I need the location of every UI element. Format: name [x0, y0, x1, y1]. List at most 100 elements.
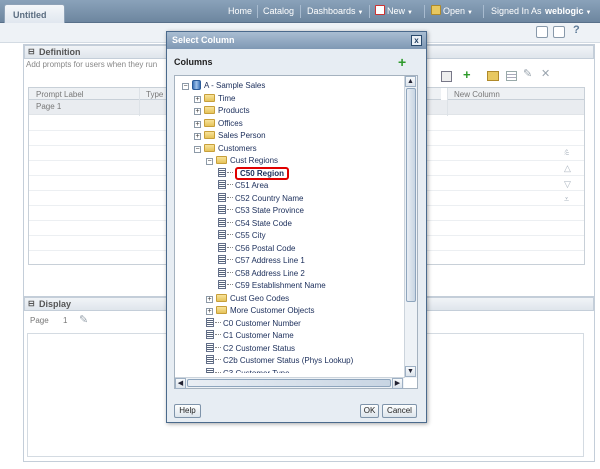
column-icon — [218, 205, 226, 214]
tree-column-item[interactable]: C55 City — [178, 230, 404, 243]
tree-folder-item[interactable]: + Sales Person — [178, 130, 404, 143]
tree-column-item[interactable]: C3 Customer Type — [178, 367, 404, 373]
column-icon — [218, 217, 226, 227]
expand-icon[interactable]: + — [194, 95, 201, 103]
expand-icon[interactable]: + — [194, 133, 201, 140]
grid-header-blank — [427, 88, 441, 100]
help-icon[interactable]: ? — [573, 24, 580, 36]
folder-icon — [216, 293, 227, 302]
tree-column-item[interactable]: C56 Postal Code — [178, 242, 404, 256]
column-icon — [218, 192, 226, 202]
scroll-thumb[interactable] — [187, 379, 391, 387]
tree-column-item[interactable]: C54 State Code — [178, 217, 404, 231]
tree-column-item[interactable]: C57 Address Line 1 — [178, 255, 404, 268]
folder-icon — [216, 156, 227, 164]
add-prompt-icon[interactable]: + — [463, 67, 471, 82]
collapse-icon[interactable]: − — [194, 145, 201, 153]
preview-icon[interactable] — [441, 71, 452, 82]
nav-separator — [424, 5, 425, 18]
tree-folder-item[interactable]: + Offices — [178, 118, 404, 131]
tree-connector — [227, 271, 233, 273]
grid-cell-page[interactable]: Page 1 — [29, 100, 139, 115]
grid-empty-rows — [29, 116, 167, 264]
help-button[interactable]: Help — [174, 404, 201, 418]
delete-icon[interactable]: ✕ — [541, 67, 550, 80]
scroll-down-icon[interactable]: ▼ — [405, 366, 416, 377]
add-folder-icon[interactable] — [487, 71, 499, 81]
nav-new-menu[interactable]: New ▼ — [375, 0, 413, 23]
add-column-icon[interactable]: + — [398, 55, 406, 69]
tree-item-label: C2b Customer Status (Phys Lookup) — [223, 356, 354, 365]
display-page-label: Page — [30, 316, 49, 325]
tree-folder-item[interactable]: + More Customer Objects — [178, 305, 404, 318]
tree-column-item[interactable]: C1 Customer Name — [178, 330, 404, 343]
nav-catalog-link[interactable]: Catalog — [263, 0, 294, 23]
move-bottom-icon[interactable]: ⩡ — [564, 194, 569, 205]
document-tab[interactable]: Untitled — [4, 4, 65, 24]
tree-folder-item[interactable]: + Time — [178, 93, 404, 106]
edit-page-icon[interactable]: ✎ — [79, 313, 88, 326]
display-title: Display — [39, 299, 72, 309]
collapse-icon[interactable]: ⊟ — [28, 47, 35, 56]
tree-folder-item[interactable]: + Products — [178, 105, 404, 118]
column-icon — [206, 317, 214, 327]
nav-open-menu[interactable]: Open ▼ — [431, 0, 473, 23]
column-icon — [218, 167, 226, 177]
definition-hint: Add prompts for users when they run — [26, 60, 158, 69]
tree-column-item[interactable]: C59 Establishment Name — [178, 280, 404, 293]
expand-icon[interactable]: + — [194, 120, 201, 128]
tree-item-label: C52 Country Name — [235, 193, 304, 203]
expand-icon[interactable]: + — [206, 308, 213, 315]
move-top-icon[interactable]: ⩯ — [564, 148, 569, 159]
collapse-icon[interactable]: − — [182, 83, 189, 90]
vertical-scrollbar[interactable]: ▲ ▼ — [404, 76, 417, 378]
expand-icon[interactable]: + — [206, 295, 213, 303]
edit-icon[interactable]: ✎ — [523, 67, 532, 80]
tree-item-label: Products — [218, 106, 250, 115]
grid-header-prompt-label: Prompt Label — [29, 88, 139, 100]
close-icon[interactable]: x — [411, 35, 422, 46]
save-as-icon[interactable] — [553, 26, 565, 38]
column-icon — [206, 355, 214, 364]
move-up-icon[interactable]: △ — [564, 163, 571, 174]
tree-connector — [215, 359, 221, 360]
nav-home-link[interactable]: Home — [228, 0, 252, 23]
tree-connector — [215, 346, 221, 348]
column-tree: − A - Sample Sales + Time + Products + Offices +… — [174, 75, 418, 389]
tree-column-item[interactable]: C52 Country Name — [178, 192, 404, 206]
tree-item-label: C57 Address Line 1 — [235, 256, 305, 265]
scroll-left-icon[interactable]: ◀ — [175, 378, 186, 389]
ok-button[interactable]: OK — [360, 404, 379, 418]
tree-column-item[interactable]: C58 Address Line 2 — [178, 267, 404, 281]
move-down-icon[interactable]: ▽ — [564, 179, 571, 190]
selected-column-label: C50 Region — [235, 166, 290, 180]
save-icon[interactable] — [536, 26, 548, 38]
collapse-icon[interactable]: − — [206, 158, 213, 165]
tree-column-item[interactable]: C50 Region — [178, 166, 404, 181]
tree-column-item[interactable]: C2b Customer Status (Phys Lookup) — [178, 355, 404, 368]
cancel-button[interactable]: Cancel — [382, 404, 417, 418]
tree-column-item[interactable]: C53 State Province — [178, 205, 404, 218]
nav-dashboards-menu[interactable]: Dashboards ▼ — [307, 0, 363, 23]
scroll-right-icon[interactable]: ▶ — [392, 378, 403, 389]
tree-column-item[interactable]: C51 Area — [178, 180, 404, 193]
new-page-icon[interactable] — [506, 71, 517, 81]
tree-folder-item[interactable]: − Customers — [178, 143, 404, 156]
tree-item-label: Offices — [218, 118, 243, 128]
tree-connector — [227, 259, 233, 260]
tree-column-item[interactable]: C0 Customer Number — [178, 317, 404, 331]
scroll-thumb[interactable] — [406, 88, 416, 302]
grid-header-new-column: New Column — [447, 88, 584, 100]
collapse-icon[interactable]: ⊟ — [28, 299, 35, 308]
horizontal-scrollbar[interactable]: ◀ ▶ — [175, 377, 404, 389]
expand-icon[interactable]: + — [194, 108, 201, 115]
tree-column-item[interactable]: C2 Customer Status — [178, 342, 404, 356]
tree-folder-item[interactable]: − A - Sample Sales — [178, 80, 404, 93]
column-icon — [218, 267, 226, 277]
tree-folder-item[interactable]: − Cust Regions — [178, 155, 404, 168]
scroll-up-icon[interactable]: ▲ — [405, 76, 416, 87]
columns-heading: Columns — [174, 57, 213, 67]
chevron-down-icon: ▼ — [467, 10, 473, 16]
tree-folder-item[interactable]: + Cust Geo Codes — [178, 293, 404, 306]
user-menu[interactable]: weblogic ▼ — [545, 0, 591, 23]
